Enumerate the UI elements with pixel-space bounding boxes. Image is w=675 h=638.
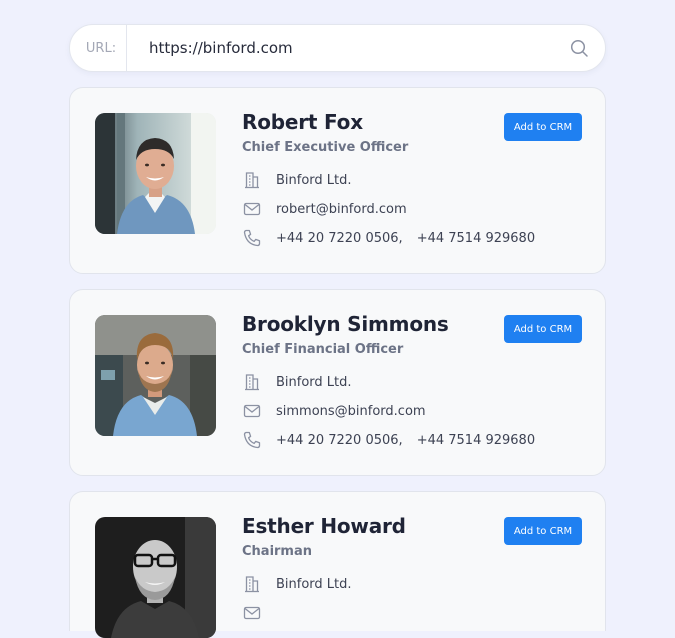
phone-number[interactable]: +44 20 7220 0506,: [276, 231, 403, 246]
email-address[interactable]: robert@binford.com: [276, 202, 407, 217]
avatar: [95, 113, 216, 234]
building-icon: [242, 170, 262, 190]
company-row: Binford Ltd.: [242, 170, 352, 190]
contact-title: Chief Financial Officer: [242, 342, 404, 357]
phone-number-secondary[interactable]: +44 7514 929680: [417, 231, 535, 246]
add-to-crm-button[interactable]: Add to CRM: [504, 113, 582, 141]
url-bar: URL:: [69, 24, 606, 72]
building-icon: [242, 372, 262, 392]
contact-card: Robert Fox Chief Executive Officer Binfo…: [69, 87, 606, 274]
company-name: Binford Ltd.: [276, 172, 352, 188]
avatar: [95, 315, 216, 436]
phone-icon: [242, 430, 262, 450]
mail-icon: [242, 401, 262, 421]
company-name: Binford Ltd.: [276, 576, 352, 592]
contact-name: Robert Fox: [242, 110, 363, 134]
phone-number[interactable]: +44 20 7220 0506,: [276, 433, 403, 448]
email-row: [242, 603, 276, 623]
avatar: [95, 517, 216, 638]
contact-name: Brooklyn Simmons: [242, 312, 449, 336]
contact-title: Chief Executive Officer: [242, 140, 409, 155]
company-name: Binford Ltd.: [276, 374, 352, 390]
phone-icon: [242, 228, 262, 248]
email-address[interactable]: simmons@binford.com: [276, 404, 426, 419]
add-to-crm-button[interactable]: Add to CRM: [504, 517, 582, 545]
email-row: robert@binford.com: [242, 199, 407, 219]
phone-number-secondary[interactable]: +44 7514 929680: [417, 433, 535, 448]
search-icon[interactable]: [569, 38, 589, 58]
contact-card: Brooklyn Simmons Chief Financial Officer…: [69, 289, 606, 476]
mail-icon: [242, 603, 262, 623]
phone-row: +44 20 7220 0506, +44 7514 929680: [242, 430, 535, 450]
url-label: URL:: [70, 25, 127, 71]
building-icon: [242, 574, 262, 594]
contact-card: Esther Howard Chairman Binford Ltd. Add …: [69, 491, 606, 638]
email-row: simmons@binford.com: [242, 401, 426, 421]
mail-icon: [242, 199, 262, 219]
add-to-crm-button[interactable]: Add to CRM: [504, 315, 582, 343]
url-input[interactable]: [127, 24, 569, 72]
contact-name: Esther Howard: [242, 514, 406, 538]
company-row: Binford Ltd.: [242, 574, 352, 594]
phone-row: +44 20 7220 0506, +44 7514 929680: [242, 228, 535, 248]
company-row: Binford Ltd.: [242, 372, 352, 392]
contact-title: Chairman: [242, 544, 313, 559]
